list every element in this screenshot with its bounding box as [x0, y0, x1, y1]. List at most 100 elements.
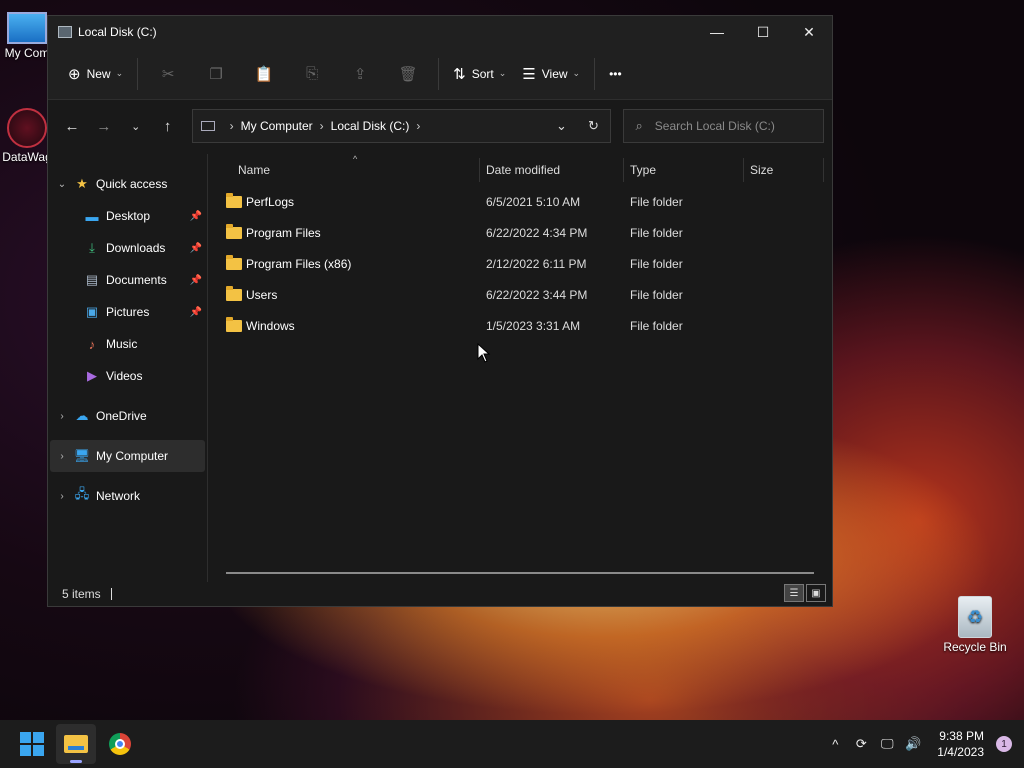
start-button[interactable]	[12, 724, 52, 764]
file-type: File folder	[630, 225, 683, 240]
column-header-name[interactable]: Name	[208, 158, 480, 182]
status-bar: 5 items ☰ ▣	[48, 582, 832, 606]
clock[interactable]: 9:38 PM 1/4/2023	[937, 728, 984, 760]
notification-badge[interactable]: 1	[996, 736, 1012, 752]
sidebar-item-music[interactable]: ♪ Music	[50, 328, 205, 360]
file-row[interactable]: PerfLogs 6/5/2021 5:10 AM File folder	[208, 186, 832, 217]
folder-icon	[226, 192, 242, 208]
network-icon: 🖧	[74, 486, 90, 501]
sidebar-item-downloads[interactable]: ⤓ Downloads 📌	[50, 232, 205, 264]
maximize-button[interactable]: ☐	[740, 16, 786, 48]
sort-label: Sort	[471, 66, 494, 81]
chevron-down-icon[interactable]: ⌄	[54, 179, 70, 190]
chevron-right-icon[interactable]: ›	[54, 451, 70, 462]
share-icon[interactable]: ⇪	[336, 58, 384, 90]
chrome-icon	[109, 733, 131, 755]
recent-locations-chevron-icon[interactable]: ⌄	[120, 110, 152, 142]
file-row[interactable]: Windows 1/5/2023 3:31 AM File folder	[208, 310, 832, 341]
desktop-icon: ▬	[85, 208, 99, 224]
minimize-button[interactable]: —	[694, 16, 740, 48]
file-row[interactable]: Program Files 6/22/2022 4:34 PM File fol…	[208, 217, 832, 248]
desktop-icon-recycle-bin[interactable]: ♻ Recycle Bin	[940, 596, 1010, 654]
sort-button[interactable]: ⇅ Sort ⌄	[445, 58, 514, 90]
pin-icon: 📌	[189, 274, 203, 286]
sidebar-item-onedrive[interactable]: › ☁ OneDrive	[50, 400, 205, 432]
sidebar-item-pictures[interactable]: ▣ Pictures 📌	[50, 296, 205, 328]
chevron-down-icon: ⌄	[572, 68, 581, 78]
file-date: 6/22/2022 4:34 PM	[486, 225, 588, 240]
column-header-size[interactable]: Size	[744, 158, 824, 182]
sidebar-item-my-computer[interactable]: › 🖥 My Computer	[50, 440, 205, 472]
windows-logo-icon	[20, 732, 44, 756]
rename-icon[interactable]: ⎘	[288, 58, 336, 90]
taskbar-chrome[interactable]	[100, 724, 140, 764]
star-icon: ★	[76, 176, 88, 191]
file-name: Windows	[246, 318, 295, 333]
cut-icon[interactable]: ✂	[144, 58, 192, 90]
refresh-icon[interactable]: ↻	[578, 110, 610, 142]
paste-icon[interactable]: 📋	[240, 58, 288, 90]
tiles-view-icon[interactable]: ▣	[806, 584, 826, 602]
view-label: View	[541, 66, 568, 81]
up-arrow-icon[interactable]: ↑	[152, 110, 184, 142]
monitor-icon	[7, 12, 47, 44]
title-bar[interactable]: Local Disk (C:) — ☐ ✕	[48, 16, 832, 48]
file-name: Users	[246, 287, 278, 302]
forward-arrow-icon[interactable]: →	[88, 110, 120, 142]
column-header-type[interactable]: Type	[624, 158, 744, 182]
sidebar-item-network[interactable]: › 🖧 Network	[50, 480, 205, 512]
music-icon: ♪	[88, 336, 96, 352]
toolbar-divider	[137, 57, 139, 90]
address-dropdown-chevron-icon[interactable]: ⌄	[546, 110, 578, 142]
breadcrumb-local-disk[interactable]: Local Disk (C:)	[331, 119, 410, 133]
chevron-right-icon[interactable]: ›	[54, 411, 70, 422]
copy-icon[interactable]: ❐	[192, 58, 240, 90]
network-status-icon[interactable]: 🖵	[877, 736, 897, 752]
close-button[interactable]: ✕	[786, 16, 832, 48]
cloud-icon: ☁	[75, 408, 89, 423]
sync-icon[interactable]: ⟳	[851, 736, 871, 752]
search-box[interactable]: ⌕	[622, 109, 824, 143]
details-view-icon[interactable]: ☰	[784, 584, 804, 602]
address-bar[interactable]: › My Computer › Local Disk (C:) › ⌄ ↻	[191, 109, 611, 143]
computer-icon	[200, 121, 215, 131]
drive-icon	[58, 26, 72, 38]
file-list: ^ Name Date modified Type Size PerfLogs …	[208, 154, 832, 582]
chevron-right-icon[interactable]: ›	[54, 491, 70, 502]
plus-circle-icon: ⊕	[68, 65, 81, 83]
pin-icon: 📌	[189, 210, 203, 222]
command-bar: ⊕ New ⌄ ✂ ❐ 📋 ⎘ ⇪ 🗑 ⇅ Sort ⌄ ☰ View ⌄ ••…	[48, 48, 832, 100]
back-arrow-icon[interactable]: ←	[56, 110, 88, 142]
item-count: 5 items	[62, 587, 101, 601]
view-button[interactable]: ☰ View ⌄	[514, 58, 588, 90]
sidebar-item-label: Videos	[106, 369, 143, 383]
sidebar-item-documents[interactable]: ▤ Documents 📌	[50, 264, 205, 296]
horizontal-scrollbar[interactable]	[226, 572, 814, 574]
volume-icon[interactable]: 🔊	[903, 736, 923, 752]
more-options-button[interactable]: •••	[601, 58, 630, 90]
file-date: 6/22/2022 3:44 PM	[486, 287, 588, 302]
search-input[interactable]	[654, 119, 805, 133]
sidebar-item-quick-access[interactable]: ⌄ ★ Quick access	[50, 168, 205, 200]
sidebar-item-label: Downloads	[106, 241, 166, 255]
new-label: New	[86, 66, 111, 81]
sidebar-item-videos[interactable]: ▶ Videos	[50, 360, 205, 392]
column-header-date-modified[interactable]: Date modified	[480, 158, 624, 182]
delete-icon[interactable]: 🗑	[384, 58, 432, 90]
file-row[interactable]: Program Files (x86) 2/12/2022 6:11 PM Fi…	[208, 248, 832, 279]
new-button[interactable]: ⊕ New ⌄	[60, 58, 131, 90]
sidebar-item-desktop[interactable]: ▬ Desktop 📌	[50, 200, 205, 232]
file-date: 1/5/2023 3:31 AM	[486, 318, 581, 333]
taskbar-file-explorer[interactable]	[56, 724, 96, 764]
window-title: Local Disk (C:)	[78, 25, 157, 39]
sidebar-item-label: OneDrive	[96, 409, 147, 423]
show-hidden-icons-chevron-icon[interactable]: ^	[825, 737, 845, 752]
file-name: PerfLogs	[246, 194, 295, 209]
file-explorer-icon	[64, 735, 88, 753]
datawag-app-icon	[7, 108, 47, 148]
sidebar-item-label: Network	[96, 489, 141, 503]
breadcrumb-my-computer[interactable]: My Computer	[241, 119, 313, 133]
file-row[interactable]: Users 6/22/2022 3:44 PM File folder	[208, 279, 832, 310]
pictures-icon: ▣	[85, 304, 99, 319]
file-date: 2/12/2022 6:11 PM	[486, 256, 587, 271]
